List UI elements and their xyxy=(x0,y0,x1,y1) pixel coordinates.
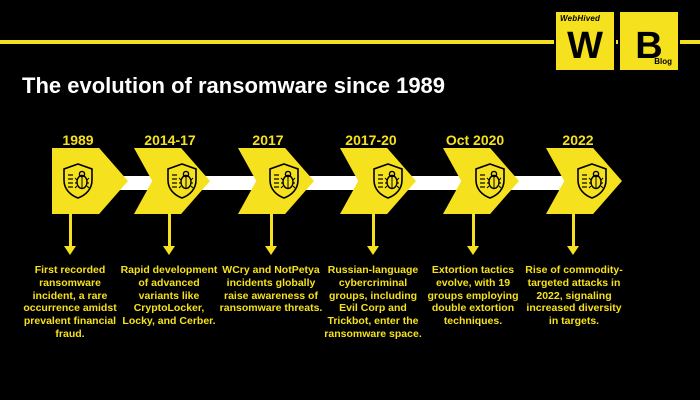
timeline-arrow xyxy=(168,214,171,250)
bug-shield-icon xyxy=(574,162,610,200)
blog-logo[interactable]: B Blog xyxy=(618,10,680,72)
bug-shield-icon xyxy=(60,162,96,200)
timeline-year: 2014-17 xyxy=(144,132,196,148)
logo-blog-label: Blog xyxy=(654,57,672,66)
arrow-down-icon xyxy=(265,246,277,255)
bug-shield-icon xyxy=(472,162,508,200)
timeline-arrow xyxy=(572,214,575,250)
timeline-arrow xyxy=(270,214,273,250)
timeline-description: First recorded ransomware incident, a ra… xyxy=(23,264,117,340)
logo-brand-name: WebHived xyxy=(560,14,601,23)
timeline-arrow xyxy=(69,214,72,250)
timeline-description: WCry and NotPetya incidents globally rai… xyxy=(219,264,323,315)
webhived-logo[interactable]: WebHived W xyxy=(554,10,616,72)
bug-shield-icon xyxy=(370,162,406,200)
timeline-description: Extortion tactics evolve, with 19 groups… xyxy=(427,264,519,328)
bug-shield-icon xyxy=(164,162,200,200)
timeline-year: Oct 2020 xyxy=(445,132,505,148)
arrow-down-icon xyxy=(367,246,379,255)
timeline-year: 2022 xyxy=(562,132,594,148)
logo-w-letter: W xyxy=(567,25,603,67)
arrow-down-icon xyxy=(567,246,579,255)
timeline-arrow xyxy=(472,214,475,250)
page-title: The evolution of ransomware since 1989 xyxy=(22,73,446,98)
timeline-description: Russian-language cybercriminal groups, i… xyxy=(324,264,422,340)
timeline-description: Rapid development of advanced variants l… xyxy=(120,264,218,328)
arrow-down-icon xyxy=(163,246,175,255)
timeline-year: 2017-20 xyxy=(345,132,397,148)
arrow-down-icon xyxy=(64,246,76,255)
timeline-year: 2017 xyxy=(252,132,284,148)
arrow-down-icon xyxy=(467,246,479,255)
timeline-description: Rise of commodity-targeted attacks in 20… xyxy=(525,264,623,328)
bug-shield-icon xyxy=(266,162,302,200)
timeline-arrow xyxy=(372,214,375,250)
